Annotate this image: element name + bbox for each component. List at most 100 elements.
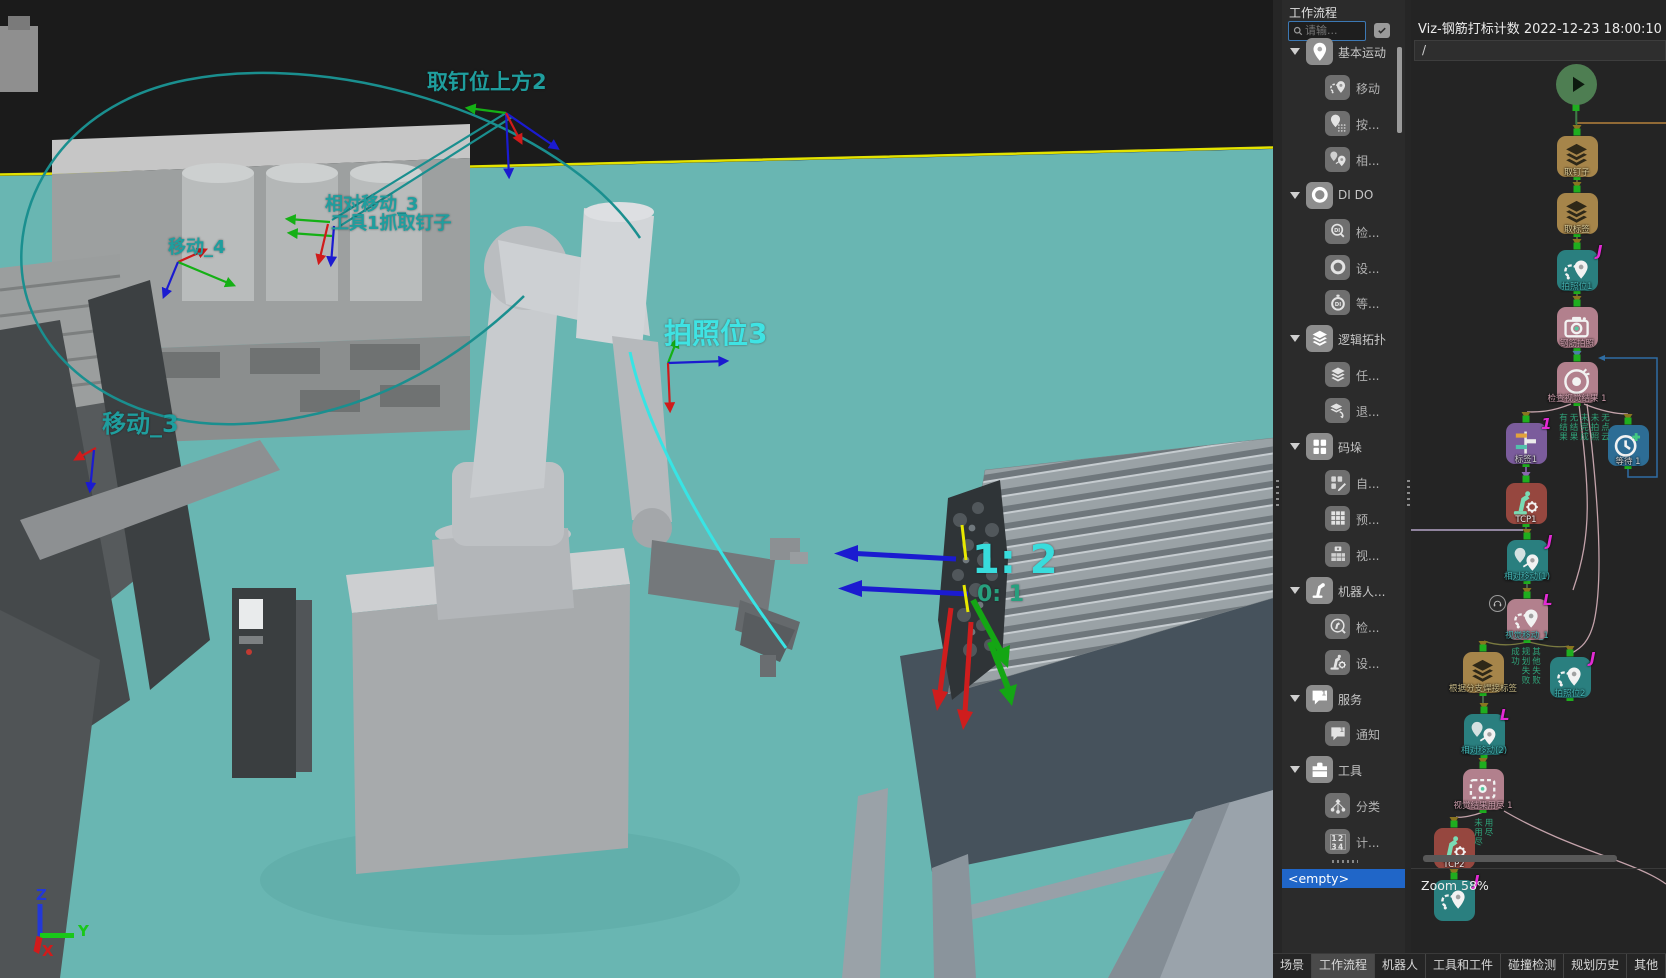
tree-item-任[interactable]: 任... [1282, 357, 1405, 393]
tree-item-label: 工具 [1338, 762, 1362, 779]
tree-item-服务[interactable]: 服务 [1282, 681, 1405, 717]
tree-item-视[interactable]: 视... [1282, 537, 1405, 573]
robot-gear-icon [1510, 487, 1541, 518]
chat1-icon [1325, 721, 1350, 746]
tree-item-label: 按... [1356, 116, 1379, 133]
tree-item-退[interactable]: 退... [1282, 393, 1405, 429]
tree-item-label: 检... [1356, 619, 1379, 636]
tree-item-工具[interactable]: 工具 [1282, 752, 1405, 788]
camera-dashed-icon [1467, 773, 1498, 804]
signpost-icon [1510, 427, 1541, 458]
node-badge: J [1597, 242, 1603, 260]
pallet-cam-icon [1325, 542, 1350, 567]
tree-item-DI DO[interactable]: DI DO [1282, 178, 1405, 214]
tree-item-label: 服务 [1338, 691, 1362, 708]
viewport-tree-splitter[interactable] [1273, 0, 1282, 954]
listen-breakpoint-icon[interactable] [1489, 595, 1506, 612]
tree-item-分类[interactable]: 分类 [1282, 788, 1405, 824]
tree-item-机器人[interactable]: 机器人... [1282, 573, 1405, 609]
breadcrumb[interactable]: / [1414, 40, 1666, 61]
loop-pin-icon [1325, 75, 1350, 100]
waypoint-label-wp-paizhaowei3[interactable]: 拍照位3 [664, 320, 767, 348]
tree-item-按[interactable]: 按... [1282, 106, 1405, 142]
tab-碰撞检测[interactable]: 碰撞检测 [1501, 954, 1564, 978]
tree-item-label: 机器人... [1338, 583, 1385, 600]
layers-icon [1306, 325, 1333, 352]
3d-viewport[interactable]: 取钉位上方2相对移动_3工具1抓取钉子移动_4移动_3拍照位31: 20: 1 … [0, 0, 1274, 978]
expand-arrow-icon[interactable] [1290, 766, 1300, 773]
bottom-tab-bar: 场景工作流程机器人工具和工件碰撞检测规划历史其他 [1273, 953, 1666, 978]
empty-selection-item[interactable]: <empty> [1282, 869, 1405, 888]
graph-horizontal-scrollbar[interactable] [1423, 855, 1617, 862]
expand-arrow-icon[interactable] [1290, 335, 1300, 342]
node-label: 相对移动(1) [1479, 573, 1575, 582]
tree-item-自[interactable]: 自... [1282, 465, 1405, 501]
expand-arrow-icon[interactable] [1290, 48, 1300, 55]
tree-resize-handle[interactable] [1332, 860, 1358, 863]
expand-arrow-icon[interactable] [1290, 695, 1300, 702]
tree-item-检[interactable]: 检... [1282, 609, 1405, 645]
layers-icon [1325, 362, 1350, 387]
robot-gear-icon [1325, 650, 1350, 675]
node-label: 相对移动(2) [1436, 747, 1532, 756]
pins2-icon [1468, 718, 1499, 749]
robot-search-icon [1325, 614, 1350, 639]
layers-icon [1467, 656, 1498, 687]
node-label: TCP1 [1478, 516, 1574, 525]
tree-item-设[interactable]: 设... [1282, 250, 1405, 286]
tree-scrollbar[interactable] [1397, 47, 1402, 133]
waypoint-label-count-ratio-2[interactable]: 0: 1 [977, 584, 1024, 606]
tab-工具和工件[interactable]: 工具和工件 [1426, 954, 1501, 978]
waypoint-label-wp-qudingwei-shangfang2[interactable]: 取钉位上方2 [427, 72, 547, 93]
waypoint-label-wp-yidong-4[interactable]: 移动_4 [168, 239, 226, 257]
node-label: 取钉子 [1529, 169, 1625, 178]
ring-icon [1325, 255, 1350, 280]
pallet-pencil-icon [1325, 470, 1350, 495]
waypoint-label-wp-xiangdui-yidong-3[interactable]: 相对移动_3 [325, 196, 419, 214]
tree-item-通知[interactable]: 通知 [1282, 716, 1405, 752]
node-label: 拍照位1 [1529, 283, 1625, 292]
numbers-icon [1325, 829, 1350, 854]
expand-arrow-icon[interactable] [1290, 587, 1300, 594]
node-label: 检查视觉结果 1 [1529, 395, 1625, 404]
graph-status-bar: Zoom 58% [1411, 868, 1666, 907]
tab-其他[interactable]: 其他 [1627, 954, 1666, 978]
tree-item-预[interactable]: 预... [1282, 501, 1405, 537]
tree-item-逻辑拓扑[interactable]: 逻辑拓扑 [1282, 321, 1405, 357]
node-badge: L [1500, 706, 1510, 724]
node-label: 等待 1 [1580, 458, 1666, 467]
tree-item-等[interactable]: 等... [1282, 285, 1405, 321]
tree-item-基本运动[interactable]: 基本运动 [1282, 34, 1405, 70]
node-label: 拍照位2 [1522, 690, 1618, 699]
expand-arrow-icon[interactable] [1290, 192, 1300, 199]
tree-item-检[interactable]: 检... [1282, 214, 1405, 250]
graph-canvas[interactable]: 取钉子取标签J拍照位1钢筋拍照检查视觉结果 11标签1等待 1TCP1J相对移动… [1411, 62, 1666, 917]
waypoint-label-count-ratio[interactable]: 1: 2 [972, 540, 1058, 580]
tree-item-计[interactable]: 计... [1282, 824, 1405, 860]
tree-item-label: 分类 [1356, 798, 1380, 815]
edge-condition-labels: 有结果无结果未完成未拍照无点云 [1558, 413, 1609, 442]
expand-arrow-icon[interactable] [1290, 443, 1300, 450]
node-badge: J [1547, 532, 1553, 550]
tab-机器人[interactable]: 机器人 [1375, 954, 1426, 978]
pin-icon [1306, 38, 1333, 65]
ring-icon [1306, 182, 1333, 209]
tree-item-相[interactable]: 相... [1282, 142, 1405, 178]
tree-item-label: 移动 [1356, 80, 1380, 97]
workflow-start-node[interactable] [1556, 64, 1597, 105]
tab-工作流程[interactable]: 工作流程 [1312, 954, 1375, 978]
tree-item-码垛[interactable]: 码垛 [1282, 429, 1405, 465]
waypoint-label-wp-yidong-3[interactable]: 移动_3 [102, 412, 179, 436]
tree-item-设[interactable]: 设... [1282, 645, 1405, 681]
node-label: 钢筋拍照 [1529, 340, 1625, 349]
tab-场景[interactable]: 场景 [1273, 954, 1312, 978]
tree-item-label: 基本运动 [1338, 44, 1386, 61]
tree-item-移动[interactable]: 移动 [1282, 70, 1405, 106]
clock-plus-icon [1612, 429, 1643, 460]
tab-规划历史[interactable]: 规划历史 [1564, 954, 1627, 978]
waypoint-label-wp-gongju1-zhuaqu[interactable]: 工具1抓取钉子 [331, 215, 452, 233]
node-badge: L [1543, 591, 1553, 609]
3d-scene-render [0, 0, 1274, 978]
scatter-icon [1325, 793, 1350, 818]
loop-pin-icon [1561, 254, 1592, 285]
